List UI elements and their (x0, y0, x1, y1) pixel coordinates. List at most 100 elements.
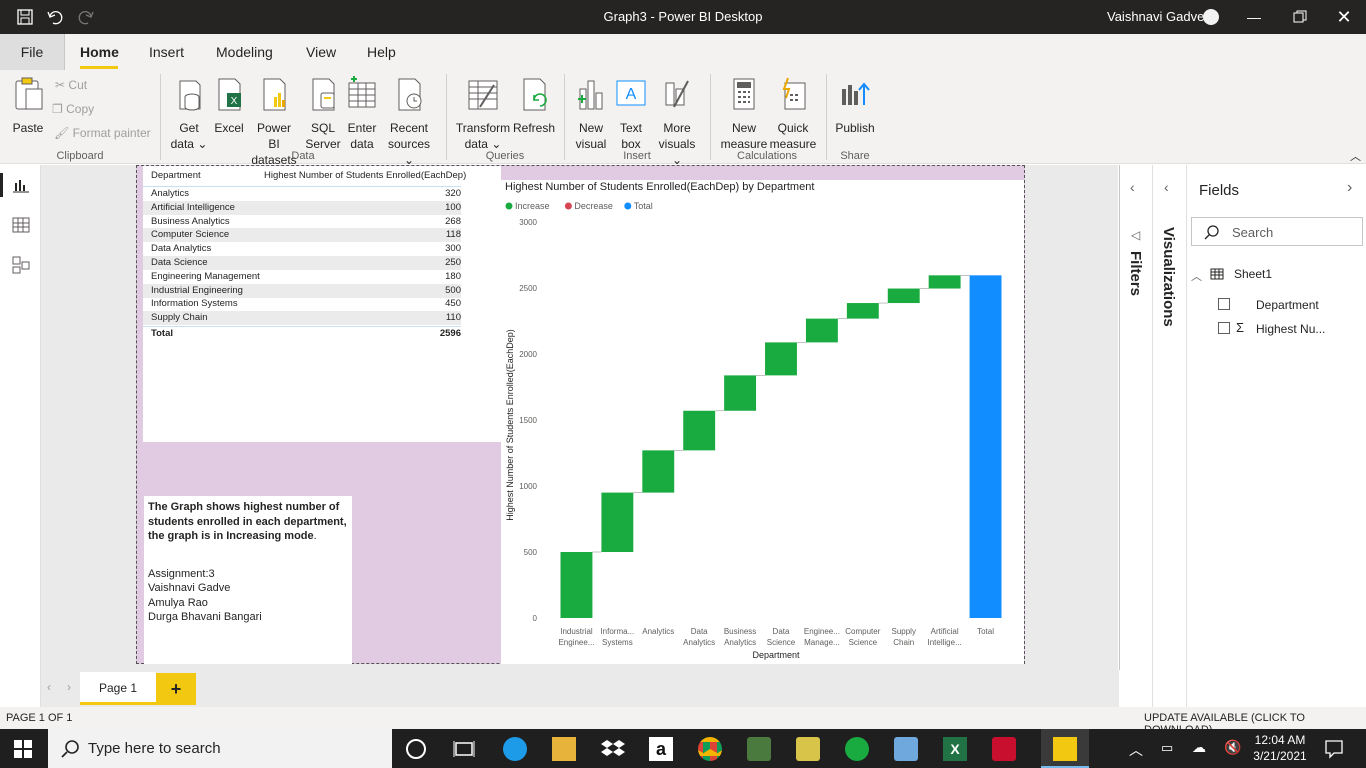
chevron-right-icon[interactable]: › (1347, 179, 1352, 197)
device-icon[interactable]: ▭ (1161, 740, 1173, 756)
search-input[interactable]: Search (1191, 217, 1363, 246)
enter-data-button[interactable]: Enter data (344, 75, 380, 152)
data-view-icon[interactable] (12, 217, 30, 233)
photos-app-icon[interactable] (796, 737, 820, 761)
tab-home[interactable]: Home (80, 44, 119, 60)
table-header-department[interactable]: Department (151, 170, 201, 181)
collapse-chevron-icon[interactable]: ︿ (1191, 268, 1202, 284)
table-row[interactable]: Business Analytics 268 (143, 215, 461, 229)
onedrive-icon[interactable]: ☁ (1192, 739, 1206, 756)
cell-value: 250 (445, 257, 461, 268)
dropbox-icon[interactable] (601, 737, 625, 761)
cortana-icon[interactable] (406, 739, 426, 759)
table-row[interactable]: Engineering Management 180 (143, 270, 461, 284)
cell-department: Supply Chain (151, 312, 208, 324)
minimize-icon[interactable]: — (1242, 6, 1266, 28)
group-divider (564, 74, 565, 160)
amazon-icon[interactable]: a (649, 737, 673, 761)
file-explorer-icon[interactable] (552, 737, 576, 761)
volume-muted-icon[interactable]: 🔇 (1224, 739, 1241, 756)
chevron-left-icon[interactable]: ‹ (1130, 179, 1135, 195)
legend-item: Decrease (574, 201, 613, 211)
field-department[interactable]: Department (1256, 298, 1319, 312)
refresh-button[interactable]: Refresh (512, 75, 556, 136)
windows-start-icon[interactable] (14, 740, 32, 758)
table-header-value[interactable]: Highest Number of Students Enrolled(Each… (264, 170, 466, 181)
tab-insert[interactable]: Insert (149, 44, 184, 60)
recent-sources-button[interactable]: Recent sources ⌄ (382, 75, 436, 168)
power-bi-taskbar-button[interactable] (1041, 729, 1089, 768)
x-tick-label: Chain (893, 638, 914, 647)
sql-server-button[interactable]: SQL Server (304, 75, 342, 152)
new-measure-button[interactable]: New measure (720, 75, 768, 152)
text-box-button[interactable]: A Text box (614, 75, 648, 152)
file-tab[interactable]: File (0, 34, 65, 70)
next-page-icon[interactable]: › (67, 680, 71, 694)
acrobat-icon[interactable] (992, 737, 1016, 761)
tab-page-1[interactable]: Page 1 (80, 672, 156, 705)
ribbon-tabs: File Home Insert Modeling View Help (0, 34, 1366, 70)
show-hidden-icons[interactable]: ︿ (1129, 740, 1143, 760)
visualizations-label[interactable]: Visualizations (1160, 227, 1177, 327)
quick-measure-button[interactable]: Quick measure (768, 75, 818, 152)
table-row[interactable]: Artificial Intelligence 100 (143, 200, 461, 215)
tab-modeling[interactable]: Modeling (216, 44, 273, 60)
virtualbox-icon[interactable] (894, 737, 918, 761)
table-name-sheet1[interactable]: Sheet1 (1234, 267, 1272, 281)
table-row[interactable]: Data Analytics 300 (143, 242, 461, 256)
waterfall-bar (683, 410, 716, 451)
new-visual-button[interactable]: New visual (574, 75, 608, 152)
cell-value: 180 (445, 270, 461, 282)
data-group-label: Data (291, 150, 315, 162)
table-row[interactable]: Industrial Engineering 500 (143, 283, 461, 298)
table-visual[interactable]: Department Highest Number of Students En… (143, 166, 501, 442)
text-box-visual[interactable]: The Graph shows highest number of studen… (144, 496, 352, 664)
tab-view[interactable]: View (306, 44, 336, 60)
field-checkbox-highest[interactable] (1218, 322, 1230, 334)
cell-value: 320 (445, 188, 461, 199)
publish-button[interactable]: Publish (834, 75, 876, 136)
x-tick-label: Supply (891, 627, 915, 636)
taskbar-search-input[interactable]: Type here to search (48, 729, 392, 768)
system-clock[interactable]: 12:04 AM 3/21/2021 (1250, 732, 1310, 764)
excel-button[interactable]: X Excel (212, 75, 246, 136)
table-row[interactable]: Information Systems 450 (143, 297, 461, 311)
model-view-icon[interactable] (12, 256, 30, 274)
avatar[interactable] (1203, 9, 1219, 25)
tab-help[interactable]: Help (367, 44, 396, 60)
report-view-icon[interactable] (12, 177, 30, 193)
svg-text:A: A (626, 86, 637, 103)
close-icon[interactable]: ✕ (1332, 6, 1356, 28)
collapse-ribbon-icon[interactable]: ︿ (1350, 148, 1361, 164)
total-value: 2596 (439, 328, 461, 339)
cell-department: Business Analytics (151, 215, 230, 227)
transform-data-button[interactable]: Transform data ⌄ (455, 75, 511, 152)
prev-page-icon[interactable]: ‹ (47, 680, 51, 694)
table-row[interactable]: Supply Chain 110 (143, 311, 461, 326)
task-view-icon[interactable] (452, 737, 476, 761)
waterfall-bar (642, 450, 675, 493)
field-checkbox-department[interactable] (1218, 298, 1230, 310)
table-row[interactable]: Computer Science 118 (143, 228, 461, 243)
table-row[interactable]: Data Science 250 (143, 256, 461, 270)
edge-icon[interactable] (503, 737, 527, 761)
chevron-left-icon[interactable]: ‹ (1164, 179, 1169, 195)
add-page-button[interactable]: + (156, 673, 196, 705)
visualizations-pane[interactable]: ‹ Visualizations (1152, 165, 1186, 707)
cell-value: 300 (445, 243, 461, 255)
chrome-icon[interactable] (698, 737, 722, 761)
paste-button[interactable]: Paste (10, 75, 46, 136)
waterfall-chart-visual[interactable]: Highest Number of Students Enrolled(Each… (501, 180, 1024, 664)
text-box-icon: A (616, 80, 646, 106)
get-data-button[interactable]: Get data ⌄ (170, 75, 208, 152)
user-name[interactable]: Vaishnavi Gadve (1107, 9, 1204, 24)
mongodb-icon[interactable] (845, 737, 869, 761)
filters-label[interactable]: Filters (1127, 251, 1144, 296)
notification-icon[interactable] (1324, 739, 1344, 759)
table-row[interactable]: Analytics 320 (143, 187, 461, 201)
excel-taskbar-icon[interactable]: X (943, 737, 967, 761)
tripadvisor-icon[interactable] (747, 737, 771, 761)
restore-icon[interactable] (1288, 6, 1312, 28)
field-highest[interactable]: Highest Nu... (1256, 322, 1325, 336)
filters-pane[interactable]: ‹ ◁ Filters (1119, 165, 1152, 670)
